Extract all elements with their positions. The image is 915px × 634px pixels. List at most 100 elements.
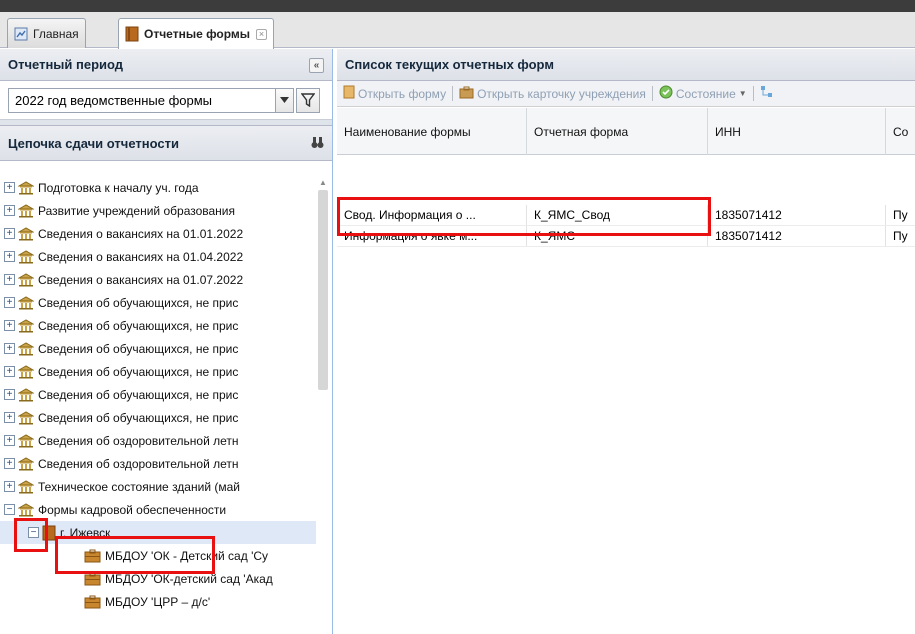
- forms-grid-body: Свод. Информация о ... К_ЯМС_Свод 183507…: [337, 205, 915, 247]
- expand-icon[interactable]: +: [4, 366, 15, 377]
- period-row: 2022 год ведомственные формы: [0, 81, 332, 119]
- tree-item[interactable]: + Развитие учреждений образования: [0, 199, 316, 222]
- tree-item[interactable]: + Сведения о вакансиях на 01.07.2022: [0, 268, 316, 291]
- tree-item-label: МБДОУ 'ОК-детский сад 'Акад: [105, 571, 273, 586]
- tab-reporting-forms-label: Отчетные формы: [144, 27, 251, 41]
- tree-item-label: Сведения об оздоровительной летн: [38, 433, 239, 448]
- cell-state: Пу: [893, 229, 908, 243]
- tree-item[interactable]: + Сведения об оздоровительной летн: [0, 429, 316, 452]
- tab-home[interactable]: Главная: [7, 18, 86, 48]
- toolbar-separator: [452, 86, 454, 101]
- tree-item[interactable]: + Сведения об обучающихся, не прис: [0, 360, 316, 383]
- binoculars-icon[interactable]: [311, 136, 324, 152]
- table-row[interactable]: Информация о явке м... К_ЯМС 1835071412 …: [337, 226, 915, 247]
- column-header-report-form[interactable]: Отчетная форма: [527, 108, 708, 155]
- cell-inn: 1835071412: [708, 226, 886, 246]
- forms-list-title: Список текущих отчетных форм: [345, 57, 554, 72]
- institution-icon: [18, 272, 34, 287]
- expand-icon[interactable]: +: [4, 412, 15, 423]
- cell-state: Пу: [893, 208, 908, 222]
- expand-icon[interactable]: +: [4, 182, 15, 193]
- tree-item-label: Подготовка к началу уч. года: [38, 180, 199, 195]
- cell-form-name: Информация о явке м...: [337, 226, 527, 246]
- table-row[interactable]: Свод. Информация о ... К_ЯМС_Свод 183507…: [337, 205, 915, 226]
- expand-icon[interactable]: +: [4, 389, 15, 400]
- filter-icon[interactable]: [296, 87, 320, 113]
- tree-item-label: Сведения об обучающихся, не прис: [38, 364, 239, 379]
- open-card-label: Открыть карточку учреждения: [477, 86, 646, 101]
- institution-icon: [18, 295, 34, 310]
- tab-home-label: Главная: [33, 26, 79, 41]
- tree-item-label: Сведения об обучающихся, не прис: [38, 410, 239, 425]
- column-header-inn[interactable]: ИНН: [708, 108, 886, 155]
- tree-item[interactable]: + Сведения об обучающихся, не прис: [0, 406, 316, 429]
- tree-item[interactable]: + Сведения о вакансиях на 01.01.2022: [0, 222, 316, 245]
- column-header-form-name[interactable]: Наименование формы: [337, 108, 527, 155]
- tree-item[interactable]: + Сведения об оздоровительной летн: [0, 452, 316, 475]
- institution-icon: [18, 433, 34, 448]
- cell-inn: 1835071412: [708, 205, 886, 225]
- tree-item[interactable]: + Сведения об обучающихся, не прис: [0, 337, 316, 360]
- institution-icon: [18, 502, 34, 517]
- briefcase-icon: [84, 595, 101, 609]
- chain-panel-title: Цепочка сдачи отчетности: [8, 135, 179, 151]
- expand-icon[interactable]: +: [4, 435, 15, 446]
- tree-item[interactable]: + Подготовка к началу уч. года: [0, 176, 316, 199]
- expand-icon[interactable]: +: [4, 458, 15, 469]
- tree-item[interactable]: + Сведения об обучающихся, не прис: [0, 383, 316, 406]
- scroll-up-icon[interactable]: ▲: [319, 178, 327, 187]
- period-select[interactable]: 2022 год ведомственные формы: [8, 87, 276, 113]
- tab-reporting-forms[interactable]: Отчетные формы ×: [118, 18, 275, 49]
- tab-strip: Главная Отчетные формы ×: [0, 12, 915, 49]
- tree-item-label: Сведения об обучающихся, не прис: [38, 295, 239, 310]
- collapse-icon[interactable]: −: [4, 504, 15, 515]
- close-tab-icon[interactable]: ×: [256, 28, 268, 40]
- tree-item-label: Развитие учреждений образования: [38, 203, 236, 218]
- tree-item[interactable]: + Сведения о вакансиях на 01.04.2022: [0, 245, 316, 268]
- expand-icon[interactable]: +: [4, 481, 15, 492]
- check-circle-icon: [659, 85, 673, 102]
- tree-item-label: Сведения об оздоровительной летн: [38, 456, 239, 471]
- collapse-icon[interactable]: −: [28, 527, 39, 538]
- collapse-panel-button[interactable]: «: [309, 58, 324, 73]
- tree-item-label: Техническое состояние зданий (май: [38, 479, 240, 494]
- expand-icon[interactable]: +: [4, 228, 15, 239]
- chevron-down-icon[interactable]: [276, 87, 294, 113]
- tree-item-label: Сведения о вакансиях на 01.01.2022: [38, 226, 244, 241]
- tree-item-label: Сведения об обучающихся, не прис: [38, 318, 239, 333]
- open-form-label: Открыть форму: [358, 86, 447, 101]
- period-panel-title: Отчетный период: [8, 57, 124, 72]
- institution-icon: [18, 203, 34, 218]
- reporting-chain-tree: + Подготовка к началу уч. года + Развитие у…: [0, 176, 333, 634]
- column-header-state[interactable]: Со: [886, 108, 915, 155]
- expand-icon[interactable]: +: [4, 343, 15, 354]
- tree-scrollbar[interactable]: ▲: [316, 176, 330, 426]
- tree-item[interactable]: + Сведения об обучающихся, не прис: [0, 291, 316, 314]
- period-panel-header: Отчетный период «: [0, 49, 332, 81]
- tree-item[interactable]: − Формы кадровой обеспеченности: [0, 498, 316, 521]
- expand-icon[interactable]: +: [4, 320, 15, 331]
- tree-item[interactable]: МБДОУ 'ОК-детский сад 'Акад: [0, 567, 316, 590]
- expand-icon[interactable]: +: [4, 274, 15, 285]
- scrollbar-thumb[interactable]: [318, 190, 328, 390]
- tree-item[interactable]: + Техническое состояние зданий (май: [0, 475, 316, 498]
- institution-icon: [18, 180, 34, 195]
- briefcase-icon: [84, 572, 101, 586]
- hierarchy-button[interactable]: [760, 85, 774, 102]
- institution-icon: [18, 410, 34, 425]
- expand-icon[interactable]: +: [4, 297, 15, 308]
- institution-icon: [18, 318, 34, 333]
- tree-item-label: МБДОУ 'ЦРР – д/с': [105, 594, 211, 609]
- tree-item[interactable]: − г. Ижевск: [0, 521, 316, 544]
- tree-item[interactable]: МБДОУ 'ОК - Детский сад 'Су: [0, 544, 316, 567]
- cell-report-form: К_ЯМС: [527, 226, 708, 246]
- tree-item[interactable]: МБДОУ 'ЦРР – д/с': [0, 590, 316, 613]
- expand-icon[interactable]: +: [4, 205, 15, 216]
- open-form-button[interactable]: Открыть форму: [343, 85, 446, 102]
- tree-item[interactable]: + Сведения об обучающихся, не прис: [0, 314, 316, 337]
- expand-icon[interactable]: +: [4, 251, 15, 262]
- state-menu-button[interactable]: Состояние ▼: [659, 85, 747, 102]
- forms-toolbar: Открыть форму Открыть карточку учреждени…: [337, 81, 915, 107]
- open-card-button[interactable]: Открыть карточку учреждения: [459, 86, 646, 102]
- hierarchy-icon: [760, 85, 774, 102]
